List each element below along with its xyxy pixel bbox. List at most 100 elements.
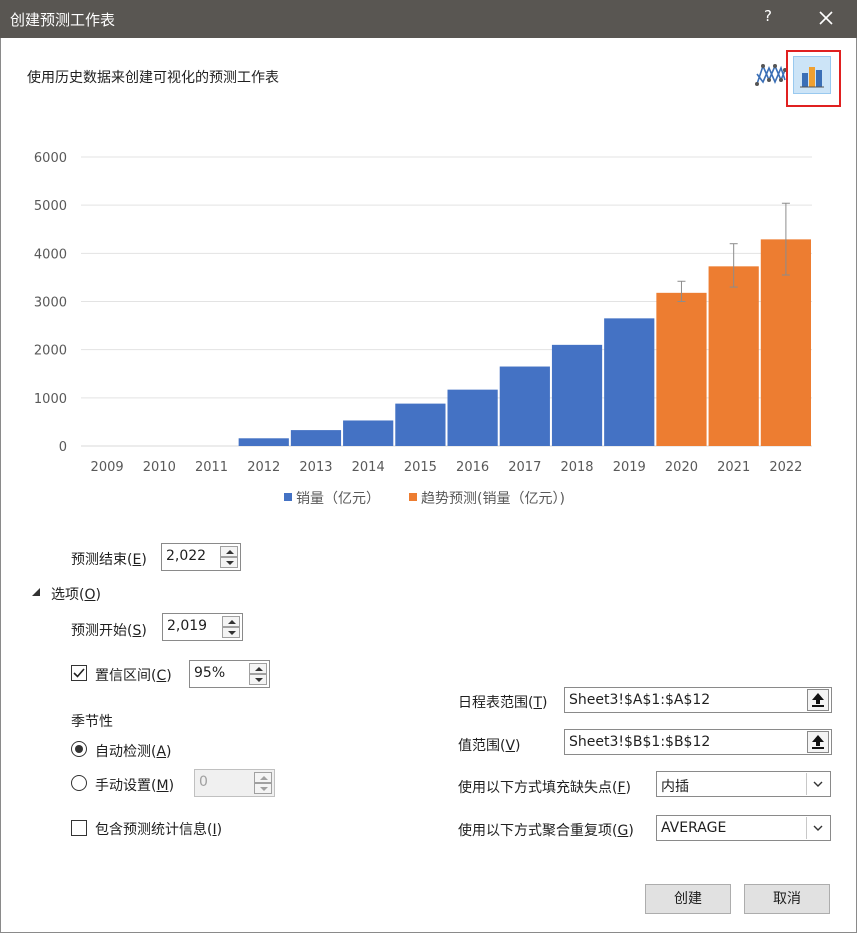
chevron-down-icon	[813, 781, 823, 787]
y-tick-label: 3000	[34, 296, 67, 311]
confidence-value: 95%	[194, 665, 226, 681]
seasonality-manual-value: 0	[199, 774, 208, 790]
column-chart-icon	[800, 67, 824, 88]
spin-up-button[interactable]	[249, 663, 267, 674]
aggregate-dup-label: 使用以下方式聚合重复项(G)	[458, 823, 634, 839]
bar	[238, 438, 289, 446]
bar	[656, 292, 707, 446]
chevron-up-icon	[260, 776, 268, 780]
forecast-start-spinner[interactable]: 2,019	[162, 613, 243, 641]
create-button[interactable]: 创建	[645, 884, 731, 914]
cancel-button[interactable]: 取消	[744, 884, 830, 914]
legend-swatch	[284, 493, 292, 501]
bar	[499, 366, 550, 446]
dialog-subtitle: 使用历史数据来创建可视化的预测工作表	[27, 70, 279, 86]
options-toggle[interactable]: 选项(O)	[51, 584, 101, 604]
timeline-range-value: Sheet3!$A$1:$A$12	[569, 692, 711, 708]
forecast-start-label: 预测开始(S)	[71, 623, 147, 639]
forecast-end-value: 2,022	[166, 548, 207, 564]
timeline-range-label: 日程表范围(T)	[458, 695, 548, 711]
x-tick-label: 2022	[769, 460, 802, 475]
y-tick-label: 1000	[34, 392, 67, 407]
line-chart-view-button[interactable]	[751, 56, 789, 94]
line-chart-icon	[755, 63, 787, 86]
spin-up-button[interactable]	[222, 616, 240, 627]
bar	[395, 403, 446, 446]
x-tick-label: 2021	[717, 460, 750, 475]
chevron-up-icon	[226, 550, 234, 554]
window-title: 创建预测工作表	[10, 11, 116, 29]
y-tick-label: 2000	[34, 344, 67, 359]
forecast-end-spinner[interactable]: 2,022	[161, 543, 241, 571]
values-range-value: Sheet3!$B$1:$B$12	[569, 734, 711, 750]
x-tick-label: 2017	[508, 460, 541, 475]
spin-up-button[interactable]	[220, 546, 238, 557]
values-range-input[interactable]: Sheet3!$B$1:$B$12	[564, 729, 832, 755]
include-stats-checkbox[interactable]	[71, 820, 87, 836]
bar	[551, 344, 603, 446]
seasonality-manual-spinner[interactable]: 0	[194, 769, 275, 797]
aggregate-dup-select[interactable]: AVERAGE	[656, 815, 831, 841]
help-button[interactable]: ?	[758, 7, 778, 25]
bar	[604, 318, 655, 446]
x-tick-label: 2012	[247, 460, 280, 475]
fill-missing-select[interactable]: 内插	[656, 771, 831, 797]
bar	[447, 389, 498, 446]
spin-down-button[interactable]	[249, 674, 267, 685]
chevron-down-icon	[813, 825, 823, 831]
upload-arrow-icon	[812, 693, 824, 707]
y-tick-label: 5000	[34, 199, 67, 214]
legend-label: 销量（亿元）	[296, 491, 380, 507]
confidence-label[interactable]: 置信区间(C)	[95, 665, 172, 685]
spin-down-button[interactable]	[220, 557, 238, 568]
radio-selected-dot	[75, 745, 83, 753]
bar	[708, 266, 759, 446]
upload-arrow-icon	[812, 735, 824, 749]
seasonality-heading: 季节性	[71, 714, 113, 730]
fill-missing-label: 使用以下方式填充缺失点(F)	[458, 780, 631, 796]
x-tick-label: 2009	[91, 460, 124, 475]
close-icon[interactable]	[814, 6, 838, 30]
seasonality-auto-label[interactable]: 自动检测(A)	[95, 741, 172, 761]
chevron-down-icon	[226, 561, 234, 565]
spin-up-button[interactable]	[254, 772, 272, 783]
seasonality-manual-radio[interactable]	[71, 775, 87, 791]
chevron-up-icon	[255, 667, 263, 671]
chevron-down-icon	[255, 678, 263, 682]
column-chart-view-button[interactable]	[793, 56, 831, 94]
fill-missing-value: 内插	[661, 779, 689, 795]
title-bar: 创建预测工作表 ?	[0, 0, 857, 38]
seasonality-auto-radio[interactable]	[71, 741, 87, 757]
bar	[343, 420, 394, 446]
forecast-end-label: 预测结束(E)	[71, 552, 147, 568]
x-tick-label: 2015	[404, 460, 437, 475]
x-tick-label: 2020	[665, 460, 698, 475]
spin-down-button[interactable]	[222, 627, 240, 638]
x-tick-label: 2018	[560, 460, 593, 475]
seasonality-manual-label[interactable]: 手动设置(M)	[95, 775, 174, 795]
confidence-checkbox[interactable]	[71, 665, 87, 681]
x-tick-label: 2011	[195, 460, 228, 475]
forecast-start-value: 2,019	[167, 618, 208, 634]
collapse-triangle-icon[interactable]	[31, 587, 41, 597]
x-tick-label: 2019	[613, 460, 646, 475]
chevron-down-icon	[228, 631, 236, 635]
include-stats-label[interactable]: 包含预测统计信息(I)	[95, 819, 222, 839]
bar	[290, 430, 342, 446]
chevron-up-icon	[228, 620, 236, 624]
values-range-label: 值范围(V)	[458, 738, 521, 754]
y-tick-label: 0	[59, 440, 67, 455]
checkmark-icon	[73, 668, 85, 678]
chevron-down-icon	[260, 787, 268, 791]
confidence-spinner[interactable]: 95%	[189, 660, 270, 688]
forecast-chart: 0 1000 2000 3000 4000 5000 6000 2009 2010 2011 201…	[34, 151, 812, 507]
spin-down-button[interactable]	[254, 783, 272, 794]
range-picker-button[interactable]	[807, 731, 829, 753]
x-tick-label: 2016	[456, 460, 489, 475]
aggregate-dup-value: AVERAGE	[661, 820, 727, 836]
timeline-range-input[interactable]: Sheet3!$A$1:$A$12	[564, 687, 832, 713]
legend-swatch	[409, 493, 417, 501]
range-picker-button[interactable]	[807, 689, 829, 711]
y-tick-label: 6000	[34, 151, 67, 166]
y-tick-label: 4000	[34, 247, 67, 262]
